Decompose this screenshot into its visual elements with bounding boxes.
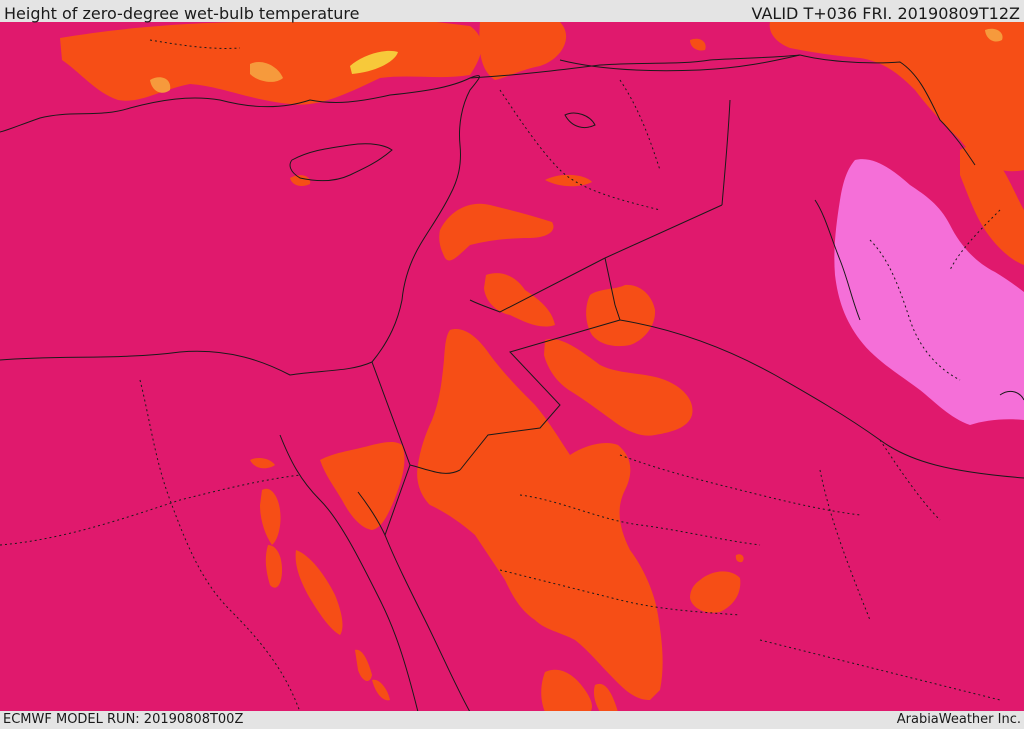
credit-label: ArabiaWeather Inc. bbox=[896, 712, 1021, 727]
weather-map bbox=[0, 0, 1024, 712]
footer-bar: ECMWF MODEL RUN: 20190808T00Z ArabiaWeat… bbox=[0, 711, 1024, 729]
header-bar: Height of zero-degree wet-bulb temperatu… bbox=[0, 0, 1024, 23]
base-field bbox=[0, 0, 1024, 712]
map-title: Height of zero-degree wet-bulb temperatu… bbox=[4, 4, 360, 23]
model-run-label: ECMWF MODEL RUN: 20190808T00Z bbox=[3, 712, 244, 727]
valid-time-label: VALID T+036 FRI. 20190809T12Z bbox=[751, 4, 1020, 23]
